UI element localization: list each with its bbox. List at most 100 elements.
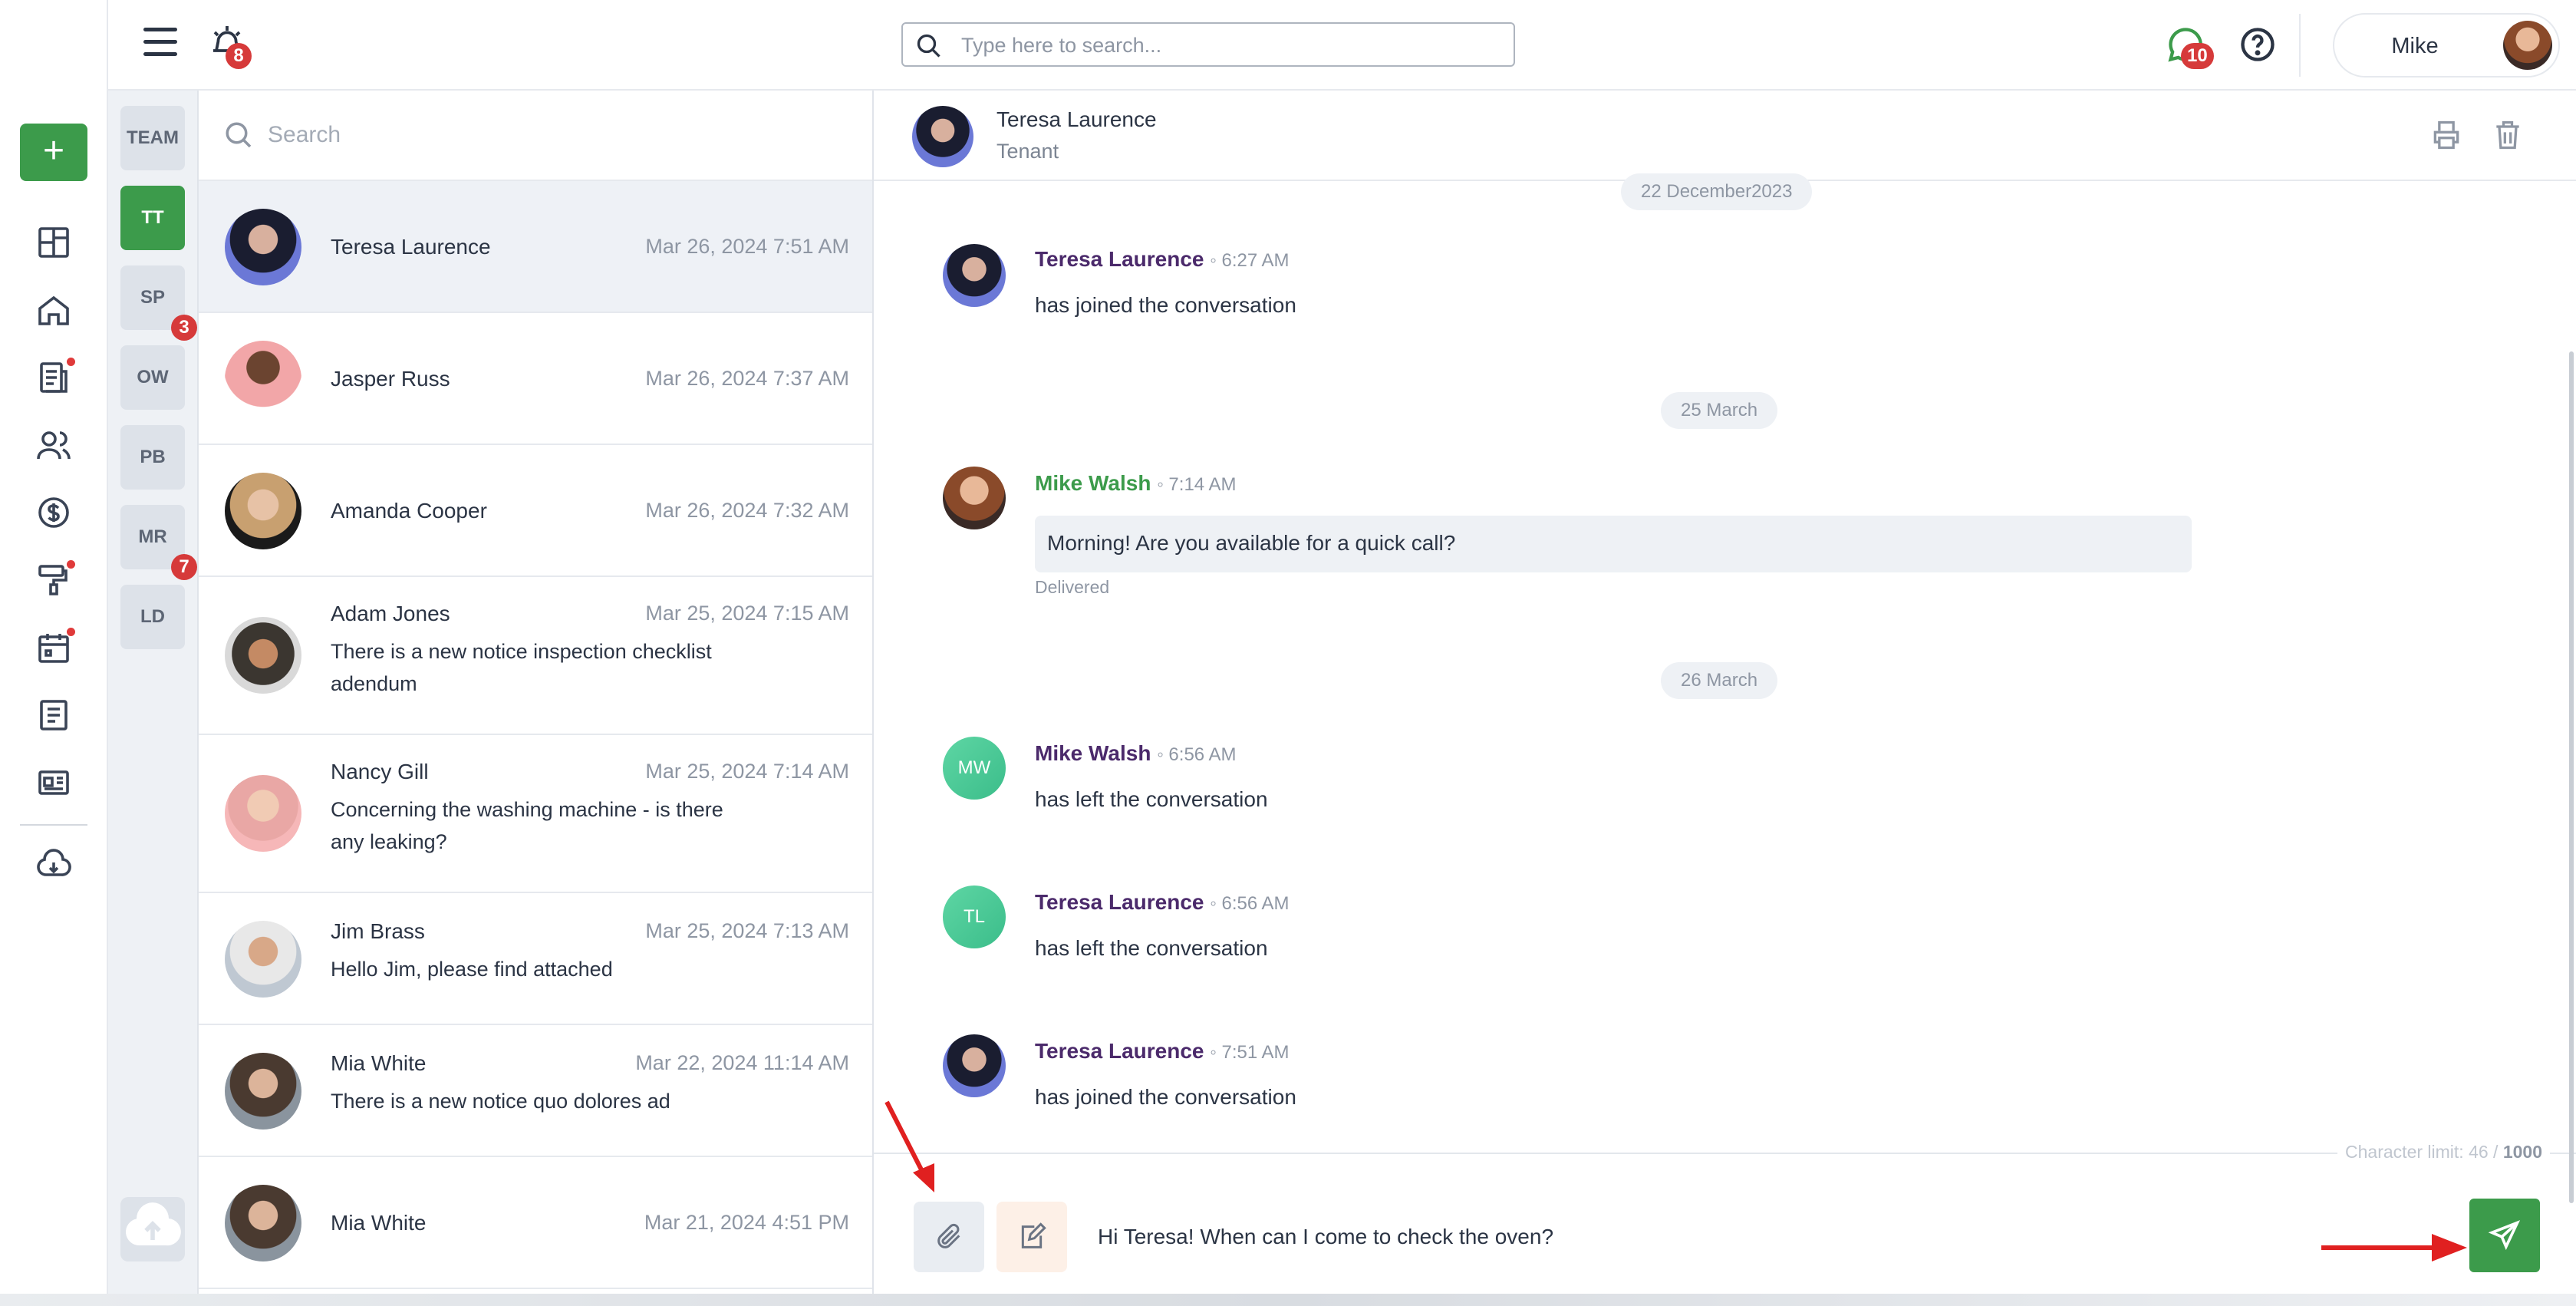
conversation-item[interactable]: Jasper Russ Mar 26, 2024 7:37 AM xyxy=(199,313,872,445)
conversation-preview: Hello Jim, please find attached xyxy=(331,958,613,981)
help-icon[interactable] xyxy=(2238,25,2278,64)
menu-icon[interactable] xyxy=(143,28,177,58)
message-author: Teresa Laurence ◦ 6:56 AM xyxy=(1035,890,1290,914)
global-search-input[interactable] xyxy=(961,31,1498,59)
user-menu-button[interactable]: Mike xyxy=(2333,13,2560,78)
chat-scrollbar[interactable] xyxy=(2569,351,2574,1203)
trash-icon[interactable] xyxy=(2491,118,2525,152)
conversation-item[interactable]: Jim Brass Mar 25, 2024 7:13 AM Hello Jim… xyxy=(199,893,872,1025)
notes-icon[interactable] xyxy=(35,697,72,734)
group-pb[interactable]: PB xyxy=(120,425,185,490)
chat-count-badge: 10 xyxy=(2181,43,2214,69)
search-icon xyxy=(226,122,252,148)
conversation-date: Mar 26, 2024 7:37 AM xyxy=(645,367,849,390)
conversation-name: Mia White xyxy=(331,1051,427,1075)
send-icon xyxy=(2488,1220,2521,1251)
download-icon[interactable] xyxy=(35,847,72,884)
conversation-name: Jim Brass xyxy=(331,919,425,943)
group-ow[interactable]: OW xyxy=(120,345,185,410)
chat-icon[interactable]: 10 xyxy=(2166,25,2214,69)
conversation-date: Mar 22, 2024 11:14 AM xyxy=(635,1051,849,1074)
message-time: 7:14 AM xyxy=(1168,474,1237,495)
conversation-item[interactable]: Teresa Laurence Mar 26, 2024 7:51 AM xyxy=(199,181,872,313)
send-button[interactable] xyxy=(2469,1199,2540,1272)
print-icon[interactable] xyxy=(2429,118,2463,152)
group-label: LD xyxy=(140,606,165,627)
group-mr[interactable]: MR 7 xyxy=(120,505,197,580)
payments-icon[interactable] xyxy=(35,494,72,531)
conversation-name: Adam Jones xyxy=(331,602,450,625)
avatar xyxy=(225,775,301,852)
notification-count-badge: 8 xyxy=(226,43,252,69)
home-icon[interactable] xyxy=(35,292,72,328)
group-unread-badge: 3 xyxy=(171,315,197,341)
calendar-icon[interactable] xyxy=(35,628,75,666)
group-label: PB xyxy=(140,447,166,467)
message-text: has joined the conversation xyxy=(1035,1085,1296,1109)
contact-name: Teresa Laurence xyxy=(996,107,1157,131)
conversation-item[interactable]: Mia White Mar 21, 2024 4:51 PM xyxy=(199,1157,872,1289)
message-author: Mike Walsh ◦ 7:14 AM xyxy=(1035,471,1237,495)
conversation-name: Nancy Gill xyxy=(331,760,429,783)
notification-dot xyxy=(67,628,75,636)
character-limit: Character limit: 46 / 1000 xyxy=(2337,1142,2550,1163)
message-composer-input[interactable] xyxy=(1098,1214,2371,1260)
contact-avatar xyxy=(912,106,973,167)
notification-dot xyxy=(67,560,75,569)
add-new-button[interactable]: + xyxy=(20,124,87,181)
conversation-item[interactable]: Mia White Mar 22, 2024 11:14 AM There is… xyxy=(199,1025,872,1157)
message-avatar xyxy=(943,1034,1006,1097)
maintenance-icon[interactable] xyxy=(35,560,75,599)
leases-icon[interactable] xyxy=(35,358,75,396)
conversation-item[interactable]: Amanda Cooper Mar 26, 2024 7:32 AM xyxy=(199,445,872,577)
message-bubble: Morning! Are you available for a quick c… xyxy=(1035,516,2192,572)
message-avatar xyxy=(943,467,1006,529)
message-time: 7:51 AM xyxy=(1221,1042,1290,1063)
conversation-groups: TEAM TT SP 3 OW PB MR 7 LD xyxy=(108,91,199,1306)
global-search[interactable] xyxy=(901,22,1515,67)
upload-cloud-button[interactable] xyxy=(120,1197,185,1261)
user-avatar xyxy=(2503,21,2552,70)
group-ld[interactable]: LD xyxy=(120,585,185,649)
search-icon xyxy=(917,34,940,58)
alarm-icon[interactable]: 8 xyxy=(209,23,252,69)
message-author: Mike Walsh ◦ 6:56 AM xyxy=(1035,741,1237,765)
conversation-search-input[interactable] xyxy=(268,118,805,152)
group-label: TEAM xyxy=(127,127,179,148)
character-limit-max: 1000 xyxy=(2502,1142,2542,1162)
conversation-date: Mar 25, 2024 7:14 AM xyxy=(645,760,849,783)
message-author: Teresa Laurence ◦ 6:27 AM xyxy=(1035,247,1290,271)
message-avatar xyxy=(943,244,1006,307)
author-name: Teresa Laurence xyxy=(1035,890,1204,914)
group-team[interactable]: TEAM xyxy=(120,106,185,170)
group-sp[interactable]: SP 3 xyxy=(120,265,197,341)
group-tt[interactable]: TT xyxy=(120,186,185,250)
conversation-name: Jasper Russ xyxy=(331,367,450,391)
avatar xyxy=(225,473,301,549)
avatar xyxy=(225,921,301,998)
attach-file-button[interactable] xyxy=(914,1202,984,1272)
conversation-item[interactable]: Nancy Gill Mar 25, 2024 7:14 AM Concerni… xyxy=(199,735,872,893)
conversation-item[interactable]: Adam Jones Mar 25, 2024 7:15 AM There is… xyxy=(199,577,872,735)
message-avatar-initials: TL xyxy=(943,886,1006,948)
message-text: has joined the conversation xyxy=(1035,293,1296,317)
template-button[interactable] xyxy=(996,1202,1067,1272)
conversation-date: Mar 26, 2024 7:32 AM xyxy=(645,499,849,522)
dashboard-icon[interactable] xyxy=(35,224,72,261)
window-bottom-edge xyxy=(0,1294,2576,1306)
people-icon[interactable] xyxy=(35,427,72,463)
main-nav-rail: + xyxy=(0,0,108,1306)
conversation-search[interactable] xyxy=(199,91,872,181)
composer-divider xyxy=(874,1153,2576,1154)
note-edit-icon xyxy=(1021,1222,1046,1248)
date-separator: 25 March xyxy=(1661,392,1778,429)
reports-icon[interactable] xyxy=(35,764,72,801)
conversation-date: Mar 25, 2024 7:15 AM xyxy=(645,602,849,625)
author-name: Teresa Laurence xyxy=(1035,1039,1204,1063)
nav-divider xyxy=(20,824,87,826)
group-unread-badge: 7 xyxy=(171,554,197,580)
annotation-arrow xyxy=(2321,1234,2467,1261)
conversation-name: Teresa Laurence xyxy=(331,235,491,259)
date-separator: 26 March xyxy=(1661,662,1778,699)
paperclip-icon xyxy=(937,1223,960,1248)
